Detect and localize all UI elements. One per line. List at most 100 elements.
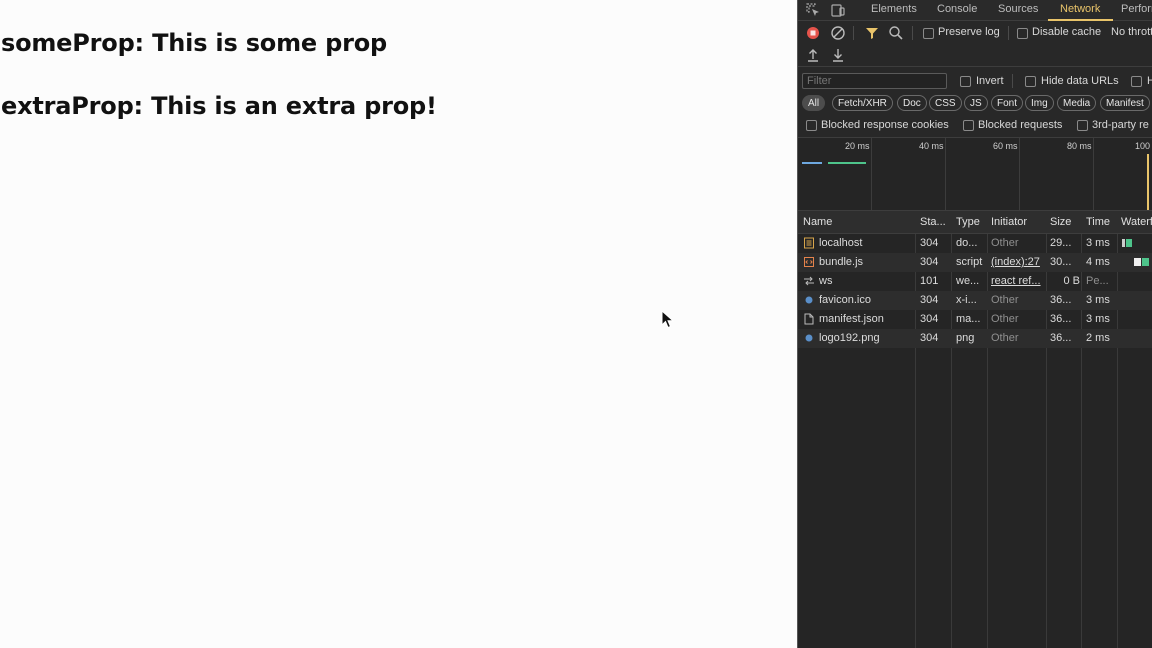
cell-type: png [956, 332, 975, 344]
network-toolbar: Preserve log Disable cache No thrott [798, 22, 1152, 44]
tab-performance[interactable]: Perform [1121, 0, 1152, 20]
hide-data-urls-checkbox[interactable] [1025, 76, 1036, 87]
cell-status: 304 [920, 332, 939, 344]
filter-input[interactable] [802, 73, 947, 89]
cell-initiator: Other [991, 294, 1019, 306]
cell-type: we... [956, 275, 980, 287]
chip-all[interactable]: All [802, 95, 826, 111]
cell-status: 101 [920, 275, 939, 287]
invert-checkbox[interactable] [960, 76, 971, 87]
disable-cache-label: Disable cache [1032, 26, 1102, 38]
waterfall-bar [1142, 258, 1149, 266]
cell-name: favicon.ico [819, 294, 871, 306]
cell-time: 3 ms [1086, 294, 1110, 306]
cell-size: 36... [1050, 332, 1072, 344]
disable-cache-checkbox[interactable] [1017, 28, 1028, 39]
hide-data-urls-label: Hide data URLs [1041, 75, 1119, 87]
overview-gridline [1019, 138, 1020, 210]
cell-status: 304 [920, 294, 939, 306]
header-initiator[interactable]: Initiator [991, 211, 1045, 233]
chip-manifest[interactable]: Manifest [1100, 95, 1150, 111]
overview-tick-label: 20 ms [845, 141, 870, 151]
record-stop-icon[interactable] [805, 25, 821, 41]
active-tab-indicator [1048, 19, 1113, 21]
third-party-label: 3rd-party re [1092, 119, 1149, 131]
device-toolbar-icon[interactable] [830, 2, 846, 18]
overview-tick-label: 60 ms [993, 141, 1018, 151]
chip-css[interactable]: CSS [929, 95, 962, 111]
table-row[interactable]: favicon.ico 304 x-i... Other 36... 3 ms [798, 291, 1152, 310]
cell-initiator: Other [991, 332, 1019, 344]
hide-extension-label: H [1147, 75, 1152, 87]
toolbar-divider [912, 26, 913, 40]
extra-prop-text: extraProp: This is an extra prop! [1, 92, 437, 120]
cell-time: 3 ms [1086, 313, 1110, 325]
cell-status: 304 [920, 313, 939, 325]
table-row[interactable]: ws 101 we... react ref... 0 B Pe... [798, 272, 1152, 291]
table-row[interactable]: logo192.png 304 png Other 36... 2 ms [798, 329, 1152, 348]
image-icon [805, 296, 813, 304]
table-row[interactable]: bundle.js 304 script (index):27 30... 4 … [798, 253, 1152, 272]
throttling-select[interactable]: No thrott [1111, 26, 1152, 38]
clear-icon[interactable] [830, 25, 846, 41]
blocked-requests-label: Blocked requests [978, 119, 1063, 131]
blocked-cookies-checkbox[interactable] [806, 120, 817, 131]
cell-size: 36... [1050, 313, 1072, 325]
overview-gridline [945, 138, 946, 210]
cell-initiator[interactable]: (index):27 [991, 253, 1045, 272]
header-name[interactable]: Name [803, 211, 911, 233]
invert-label: Invert [976, 75, 1004, 87]
cell-type: do... [956, 237, 978, 249]
header-waterfall[interactable]: Waterf [1121, 211, 1152, 233]
preserve-log-checkbox[interactable] [923, 28, 934, 39]
overview-request-bar [802, 162, 822, 164]
tab-sources[interactable]: Sources [998, 0, 1038, 20]
chip-doc[interactable]: Doc [897, 95, 927, 111]
chip-media[interactable]: Media [1057, 95, 1097, 111]
blocked-cookies-label: Blocked response cookies [821, 119, 949, 131]
import-export-row [798, 46, 1152, 67]
cell-size: 0 B [1063, 275, 1080, 287]
chip-font[interactable]: Font [991, 95, 1024, 111]
overview-tick-label: 100 [1135, 141, 1151, 151]
devtools-tabbar: Elements Console Sources Network Perform [798, 0, 1152, 21]
cell-size: 29... [1050, 237, 1072, 249]
filter-icon[interactable] [864, 25, 880, 41]
cell-initiator[interactable]: react ref... [991, 272, 1045, 291]
header-time[interactable]: Time [1086, 211, 1116, 233]
websocket-icon [804, 276, 814, 286]
preserve-log-label: Preserve log [938, 26, 1000, 38]
hide-extension-checkbox[interactable] [1131, 76, 1142, 87]
tab-elements[interactable]: Elements [871, 0, 917, 20]
chip-js[interactable]: JS [964, 95, 988, 111]
header-size[interactable]: Size [1050, 211, 1080, 233]
table-row[interactable]: localhost 304 do... Other 29... 3 ms [798, 234, 1152, 253]
waterfall-bar [1134, 258, 1141, 266]
blocked-requests-checkbox[interactable] [963, 120, 974, 131]
some-prop-text: someProp: This is some prop [1, 29, 387, 57]
waterfall-bar [1126, 239, 1132, 247]
overview-load-marker [1147, 154, 1149, 210]
network-overview[interactable]: 20 ms 40 ms 60 ms 80 ms 100 [798, 137, 1152, 210]
table-row[interactable]: manifest.json 304 ma... Other 36... 3 ms [798, 310, 1152, 329]
inspect-element-icon[interactable] [805, 2, 821, 18]
waterfall-bar [1122, 239, 1125, 247]
chip-img[interactable]: Img [1025, 95, 1054, 111]
third-party-checkbox[interactable] [1077, 120, 1088, 131]
image-icon [805, 334, 813, 342]
header-status[interactable]: Sta... [920, 211, 950, 233]
tab-console[interactable]: Console [937, 0, 977, 20]
overview-gridline [1093, 138, 1094, 210]
tab-network[interactable]: Network [1060, 0, 1100, 20]
cell-time: 4 ms [1086, 256, 1110, 268]
cell-name: logo192.png [819, 332, 880, 344]
search-icon[interactable] [888, 25, 904, 41]
mouse-cursor-icon [661, 310, 675, 329]
chip-fetch-xhr[interactable]: Fetch/XHR [832, 95, 893, 111]
overview-tick-label: 80 ms [1067, 141, 1092, 151]
cell-size: 36... [1050, 294, 1072, 306]
export-har-icon[interactable] [830, 47, 846, 63]
cell-time: Pe... [1086, 275, 1109, 287]
import-har-icon[interactable] [805, 47, 821, 63]
header-type[interactable]: Type [956, 211, 986, 233]
